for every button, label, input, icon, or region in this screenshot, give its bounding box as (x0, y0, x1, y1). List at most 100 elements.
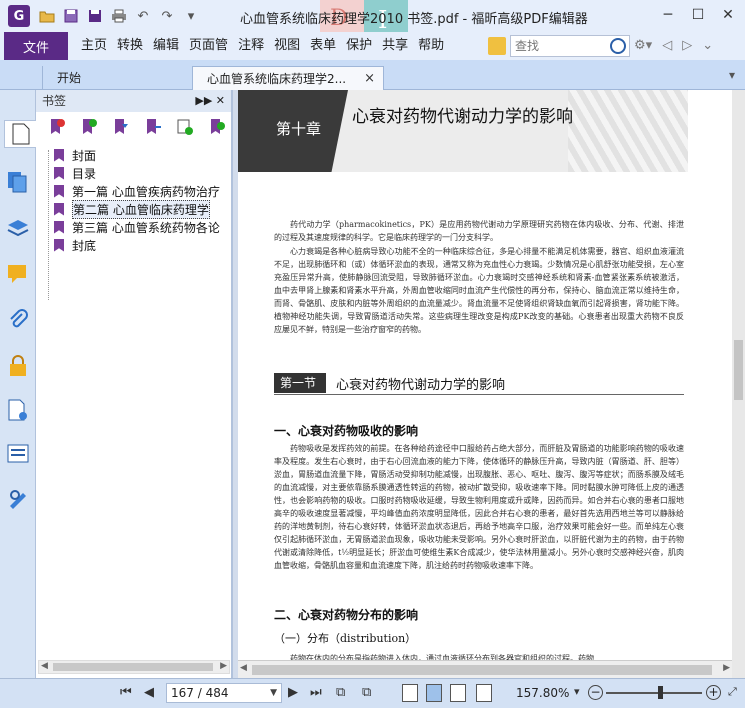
bookmark-item-back-cover[interactable]: 封底 (36, 236, 231, 254)
add-bookmark-icon[interactable] (80, 118, 98, 136)
zoom-level[interactable]: 157.80% (516, 686, 569, 700)
search-box[interactable] (510, 35, 630, 57)
bookmark-item-part-3[interactable]: 第三篇 心血管系统药物各论 (36, 218, 231, 236)
scrollbar-thumb[interactable] (53, 663, 213, 671)
nav-forward-icon[interactable]: ▷ (682, 38, 692, 53)
tab-document[interactable]: 心血管系统临床药理学2... × (192, 66, 384, 90)
title-bar: G ↶ ↷ ▾ D I 心血管系统临床药理学2010 书签.pdf - 福昕高级… (0, 0, 745, 40)
document-vertical-scrollbar[interactable] (732, 90, 745, 678)
bookmark-forward-icon[interactable] (112, 118, 130, 136)
maximize-icon[interactable]: ☐ (687, 4, 709, 26)
menu-form[interactable]: 表单 (305, 32, 341, 60)
document-horizontal-scrollbar[interactable]: ◀ ▶ (238, 660, 732, 678)
save-as-icon[interactable] (86, 7, 104, 25)
find-folder-icon[interactable] (488, 37, 506, 55)
bookmark-flag-icon (54, 166, 64, 180)
single-page-view-button[interactable] (402, 684, 418, 702)
previous-view-icon[interactable]: ⧉ (336, 685, 345, 700)
customize-dropdown-icon[interactable]: ▾ (182, 7, 200, 25)
undo-icon[interactable]: ↶ (134, 7, 152, 25)
fullscreen-icon[interactable]: ⤢ (728, 685, 737, 699)
ribbon-expand-icon[interactable]: ⌄ (702, 38, 713, 53)
form-fields-icon[interactable] (4, 440, 32, 468)
scroll-right-icon[interactable]: ▶ (723, 663, 730, 673)
zoom-dropdown-icon[interactable]: ▾ (574, 685, 580, 698)
print-icon[interactable] (110, 7, 128, 25)
continuous-view-button[interactable] (426, 684, 442, 702)
document-tab-bar: 开始 心血管系统临床药理学2... × ▾ (0, 60, 745, 90)
bookmark-check-icon[interactable] (208, 118, 226, 136)
next-page-icon[interactable]: ▶ (288, 685, 298, 700)
zoom-slider-handle[interactable] (658, 686, 663, 699)
document-properties-icon[interactable] (4, 396, 32, 424)
bookmark-expand-icon[interactable] (176, 118, 194, 136)
search-icon[interactable] (610, 38, 626, 54)
scroll-right-icon[interactable]: ▶ (220, 661, 227, 671)
menu-comment[interactable]: 注释 (233, 32, 269, 60)
open-folder-icon[interactable] (38, 7, 56, 25)
zoom-slider[interactable] (606, 692, 702, 694)
section-tag: 第一节 (274, 373, 326, 393)
file-menu-button[interactable]: 文件 (4, 32, 68, 60)
tab-list-dropdown-icon[interactable]: ▾ (729, 68, 735, 82)
page-dropdown-icon[interactable]: ▼ (270, 684, 277, 702)
bookmark-flag-icon (54, 220, 64, 234)
page-thumbnail-icon[interactable] (4, 120, 37, 148)
redo-icon[interactable]: ↷ (158, 7, 176, 25)
navigation-rail (0, 90, 37, 678)
bookmark-item-part-1[interactable]: 第一篇 心血管疾病药物治疗 (36, 182, 231, 200)
scrollbar-thumb[interactable] (252, 665, 712, 675)
bookmark-label: 封面 (72, 148, 97, 163)
bookmark-tree: 封面 目录 第一篇 心血管疾病药物治疗 第二篇 心血管临床药理学 第三篇 心血管… (36, 142, 231, 300)
menu-page-manage[interactable]: 页面管 (184, 32, 233, 60)
signature-icon[interactable] (4, 484, 32, 512)
bookmark-flag-icon (54, 202, 64, 216)
save-icon[interactable] (62, 7, 80, 25)
continuous-facing-view-button[interactable] (476, 684, 492, 702)
security-icon[interactable] (4, 352, 32, 380)
minimize-icon[interactable]: ─ (657, 4, 679, 26)
scrollbar-thumb[interactable] (734, 340, 743, 400)
close-icon[interactable]: ✕ (717, 4, 739, 26)
pages-icon[interactable] (4, 168, 32, 196)
bookmark-horizontal-scrollbar[interactable]: ◀ ▶ (38, 660, 230, 674)
menu-edit[interactable]: 编辑 (148, 32, 184, 60)
menu-share[interactable]: 共享 (377, 32, 413, 60)
section-header: 第一节 心衰对药物代谢动力学的影响 (274, 373, 684, 395)
page-number-field[interactable]: 167 / 484 ▼ (166, 683, 282, 703)
settings-gear-icon[interactable]: ⚙▾ (634, 38, 652, 53)
ribbon-tabs: 主页 转换 编辑 页面管 注释 视图 表单 保护 共享 帮助 (76, 32, 449, 60)
tab-start[interactable]: 开始 (42, 66, 192, 90)
bookmark-label: 第二篇 心血管临床药理学 (72, 199, 210, 219)
zoom-out-button[interactable]: − (588, 685, 603, 700)
bookmark-item-part-2[interactable]: 第二篇 心血管临床药理学 (36, 199, 231, 219)
last-page-icon[interactable]: ⏭ (310, 685, 322, 700)
tab-start-label: 开始 (57, 71, 82, 85)
status-bar: ⏮ ◀ 167 / 484 ▼ ▶ ⏭ ⧉ ⧉ 157.80% ▾ − + ⤢ (0, 678, 745, 708)
next-view-icon[interactable]: ⧉ (362, 685, 371, 700)
previous-page-icon[interactable]: ◀ (144, 685, 154, 700)
search-input[interactable] (515, 39, 611, 53)
attachments-icon[interactable] (4, 306, 32, 334)
scroll-left-icon[interactable]: ◀ (41, 661, 48, 671)
zoom-in-button[interactable]: + (706, 685, 721, 700)
first-page-icon[interactable]: ⏮ (120, 685, 132, 700)
comments-icon[interactable] (4, 260, 32, 288)
delete-bookmark-icon[interactable] (48, 118, 66, 136)
facing-view-button[interactable] (450, 684, 466, 702)
bookmark-item-contents[interactable]: 目录 (36, 164, 231, 182)
bookmark-add-child-icon[interactable] (144, 118, 162, 136)
menu-help[interactable]: 帮助 (413, 32, 449, 60)
bookmark-item-cover[interactable]: 封面 (36, 146, 231, 164)
menu-convert[interactable]: 转换 (112, 32, 148, 60)
tab-close-icon[interactable]: × (364, 67, 375, 91)
menu-home[interactable]: 主页 (76, 32, 112, 60)
layers-icon[interactable] (4, 214, 32, 242)
app-logo-icon[interactable]: G (8, 5, 30, 27)
nav-back-icon[interactable]: ◁ (662, 38, 672, 53)
panel-collapse-icon[interactable]: ▶▶ ✕ (195, 90, 225, 112)
scroll-left-icon[interactable]: ◀ (240, 663, 247, 673)
tab-document-label: 心血管系统临床药理学2... (207, 72, 347, 86)
menu-protect[interactable]: 保护 (341, 32, 377, 60)
menu-view[interactable]: 视图 (269, 32, 305, 60)
